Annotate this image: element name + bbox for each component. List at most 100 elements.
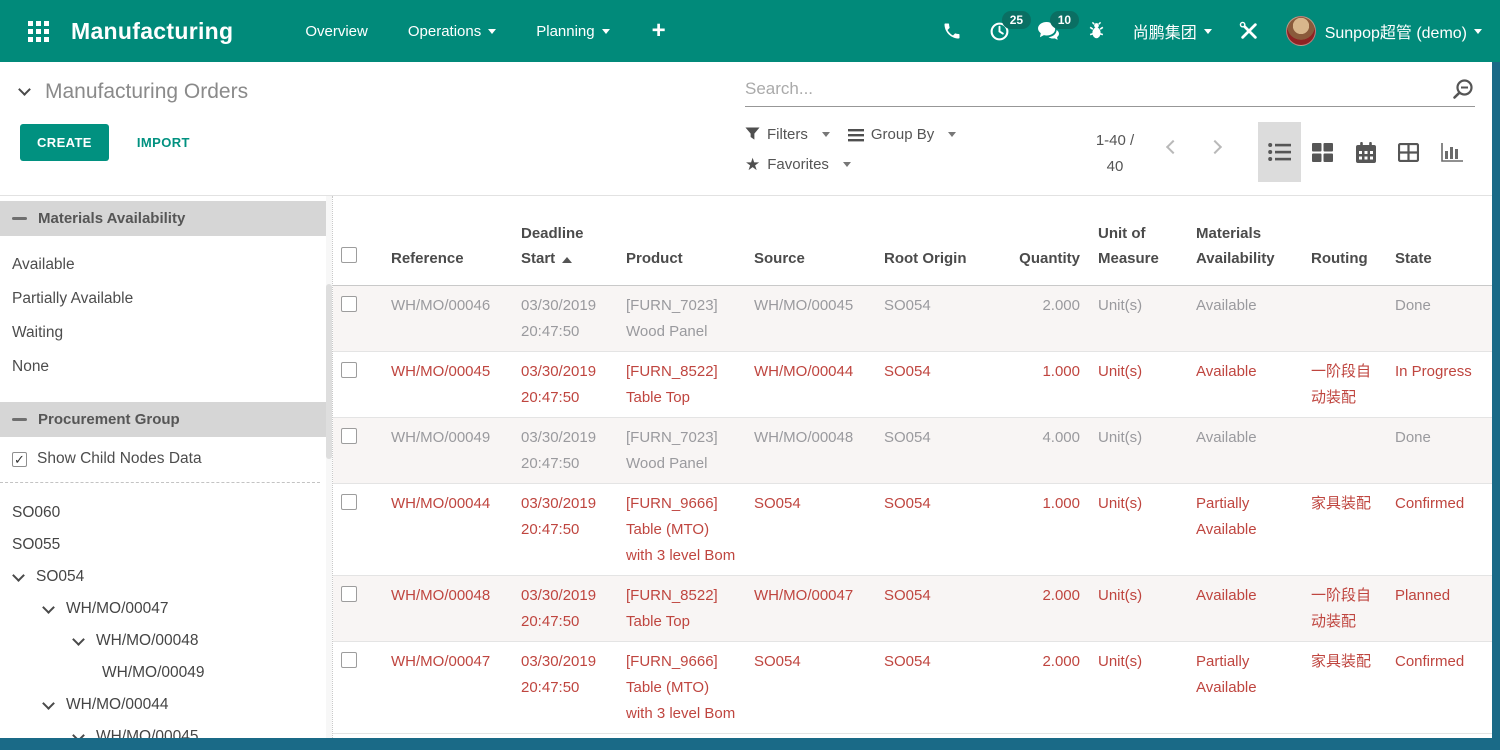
cell-source[interactable]: SO054 (746, 641, 876, 733)
filters-button[interactable]: Filters (745, 126, 830, 143)
show-child-nodes-checkbox[interactable]: ✓ Show Child Nodes Data (0, 437, 332, 478)
cell-quantity[interactable]: 1.000 (1006, 351, 1090, 417)
cell-state[interactable]: Done (1387, 285, 1492, 351)
cell-product[interactable]: [FURN_8522] Table Top (618, 575, 746, 641)
tree-node[interactable]: SO054 (0, 561, 332, 593)
row-checkbox[interactable] (341, 296, 357, 312)
cell-deadline[interactable]: 03/30/2019 20:47:50 (513, 641, 618, 733)
cell-availability[interactable]: Partially Available (1188, 483, 1303, 575)
cell-availability[interactable]: Available (1188, 351, 1303, 417)
chevron-down-icon[interactable] (72, 633, 85, 646)
view-switch-pivot[interactable] (1387, 122, 1430, 182)
sidebar-scrollbar-thumb[interactable] (326, 284, 332, 459)
cell-reference[interactable]: WH/MO/00044 (383, 483, 513, 575)
cell-quantity[interactable]: 2.000 (1006, 575, 1090, 641)
group-by-button[interactable]: Group By (848, 126, 956, 143)
tree-node[interactable]: WH/MO/00049 (0, 657, 332, 689)
cell-availability[interactable]: Available (1188, 285, 1303, 351)
nav-menu-operations[interactable]: Operations (408, 23, 496, 40)
app-title[interactable]: Manufacturing (71, 18, 233, 45)
cell-routing[interactable]: 一阶段自动装配 (1303, 351, 1387, 417)
apps-grid-icon[interactable] (28, 21, 49, 42)
tree-node[interactable]: SO055 (0, 529, 332, 561)
cell-deadline[interactable]: 03/30/2019 20:47:50 (513, 285, 618, 351)
table-row[interactable]: WH/MO/0004403/30/2019 20:47:50[FURN_9666… (333, 483, 1492, 575)
column-header-routing[interactable]: Routing (1303, 196, 1387, 285)
cell-uom[interactable]: Unit(s) (1090, 575, 1188, 641)
cell-deadline[interactable]: 03/30/2019 20:47:50 (513, 417, 618, 483)
cell-reference[interactable]: WH/MO/00047 (383, 641, 513, 733)
table-row[interactable]: WH/MO/0004603/30/2019 20:47:50[FURN_7023… (333, 285, 1492, 351)
sidebar-filter-item[interactable]: None (0, 350, 332, 384)
debug-bug-icon[interactable] (1087, 21, 1106, 41)
cell-product[interactable]: [FURN_7023] Wood Panel (618, 285, 746, 351)
cell-deadline[interactable]: 03/30/2019 20:47:50 (513, 575, 618, 641)
messages-icon[interactable]: 10 (1037, 21, 1060, 41)
cell-product[interactable]: [FURN_9666] Table (MTO) with 3 level Bom (618, 483, 746, 575)
cell-reference[interactable]: WH/MO/00045 (383, 351, 513, 417)
cell-uom[interactable]: Unit(s) (1090, 417, 1188, 483)
checkbox-icon[interactable]: ✓ (12, 452, 27, 467)
view-switch-calendar[interactable] (1344, 122, 1387, 182)
chevron-down-icon[interactable] (18, 83, 31, 96)
tree-node[interactable]: WH/MO/00047 (0, 593, 332, 625)
cell-deadline[interactable]: 03/30/2019 20:47:50 (513, 483, 618, 575)
column-header-deadline-start[interactable]: Deadline Start (513, 196, 618, 285)
chevron-down-icon[interactable] (42, 601, 55, 614)
cell-root_origin[interactable]: SO054 (876, 351, 1006, 417)
table-row[interactable]: WH/MO/0004903/30/2019 20:47:50[FURN_7023… (333, 417, 1492, 483)
nav-menu-overview[interactable]: Overview (305, 23, 368, 40)
tools-icon[interactable] (1239, 21, 1259, 41)
search-input[interactable] (745, 75, 1475, 107)
sidebar-filter-item[interactable]: Waiting (0, 316, 332, 350)
cell-source[interactable]: WH/MO/00044 (746, 351, 876, 417)
table-row[interactable]: WH/MO/0004803/30/2019 20:47:50[FURN_8522… (333, 575, 1492, 641)
import-button[interactable]: IMPORT (137, 135, 190, 150)
select-all-checkbox[interactable] (341, 247, 357, 263)
cell-product[interactable]: [FURN_9666] Table (MTO) with 3 level Bom (618, 641, 746, 733)
favorites-button[interactable]: ★ Favorites (745, 156, 851, 173)
sidebar-filter-item[interactable]: Available (0, 248, 332, 282)
phone-icon[interactable] (942, 21, 962, 41)
tree-node[interactable]: WH/MO/00044 (0, 689, 332, 721)
cell-quantity[interactable]: 2.000 (1006, 641, 1090, 733)
sidebar-scrollbar[interactable] (326, 196, 332, 738)
chevron-left-icon[interactable] (1166, 140, 1180, 154)
cell-quantity[interactable]: 1.000 (1006, 483, 1090, 575)
table-row[interactable]: WH/MO/0004703/30/2019 20:47:50[FURN_9666… (333, 641, 1492, 733)
row-checkbox[interactable] (341, 362, 357, 378)
cell-reference[interactable]: WH/MO/00046 (383, 285, 513, 351)
collapse-minus-icon[interactable] (12, 217, 27, 220)
cell-uom[interactable]: Unit(s) (1090, 285, 1188, 351)
cell-routing[interactable] (1303, 417, 1387, 483)
add-menu-button[interactable]: + (652, 19, 666, 43)
cell-deadline[interactable]: 03/30/2019 20:47:50 (513, 351, 618, 417)
column-header-quantity[interactable]: Quantity (1006, 196, 1090, 285)
tree-node[interactable]: WH/MO/00045 (0, 721, 332, 738)
row-checkbox[interactable] (341, 494, 357, 510)
cell-reference[interactable]: WH/MO/00049 (383, 417, 513, 483)
sidebar-filter-item[interactable]: Partially Available (0, 282, 332, 316)
cell-product[interactable]: [FURN_7023] Wood Panel (618, 417, 746, 483)
collapse-minus-icon[interactable] (12, 418, 27, 421)
row-checkbox[interactable] (341, 586, 357, 602)
column-header-root-origin[interactable]: Root Origin (876, 196, 1006, 285)
breadcrumb[interactable]: Manufacturing Orders (20, 80, 248, 104)
chevron-down-icon[interactable] (72, 729, 85, 738)
create-button[interactable]: CREATE (20, 124, 109, 161)
cell-uom[interactable]: Unit(s) (1090, 351, 1188, 417)
cell-root_origin[interactable]: SO054 (876, 641, 1006, 733)
view-switch-list[interactable] (1258, 122, 1301, 182)
column-header-product[interactable]: Product (618, 196, 746, 285)
chevron-down-icon[interactable] (12, 569, 25, 582)
cell-root_origin[interactable]: SO054 (876, 483, 1006, 575)
cell-source[interactable]: WH/MO/00048 (746, 417, 876, 483)
nav-menu-planning[interactable]: Planning (536, 23, 609, 40)
cell-root_origin[interactable]: SO054 (876, 575, 1006, 641)
column-header-source[interactable]: Source (746, 196, 876, 285)
cell-product[interactable]: [FURN_8522] Table Top (618, 351, 746, 417)
cell-routing[interactable]: 家具装配 (1303, 641, 1387, 733)
tree-node[interactable]: WH/MO/00048 (0, 625, 332, 657)
table-row[interactable]: WH/MO/0004503/30/2019 20:47:50[FURN_8522… (333, 351, 1492, 417)
cell-reference[interactable]: WH/MO/00048 (383, 575, 513, 641)
